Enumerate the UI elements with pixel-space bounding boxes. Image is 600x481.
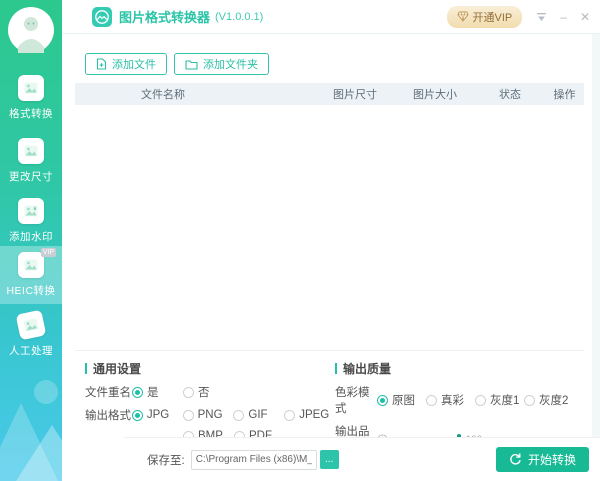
sidebar-item-label: HEIC转换 (6, 285, 56, 297)
close-button[interactable]: ✕ (580, 11, 590, 23)
image-manual-icon (15, 309, 47, 341)
browse-button[interactable]: ... (319, 450, 339, 469)
decor-circle (34, 380, 58, 404)
radio-color-gray2[interactable]: 灰度2 (524, 392, 573, 408)
radio-icon (233, 409, 245, 421)
radio-icon (284, 409, 296, 421)
titlebar: 图片格式转换器 (V1.0.0.1) 开通VIP – ✕ (62, 0, 600, 34)
radio-icon (426, 394, 437, 406)
radio-rename-yes[interactable]: 是 (132, 384, 183, 400)
image-resize-icon (18, 138, 44, 164)
file-table-body (62, 105, 600, 350)
theme-icon[interactable] (536, 12, 547, 22)
radio-icon (475, 394, 486, 406)
radio-label: JPEG (299, 409, 330, 421)
sidebar-item-manual[interactable]: 人工处理 (0, 309, 62, 358)
radio-label: GIF (248, 409, 268, 421)
format-row: 输出格式 JPG PNG GIF JPEG (85, 407, 335, 423)
color-mode-row: 色彩模式 原图 真彩 灰度1 灰度2 (335, 384, 600, 416)
output-quality-settings: 输出质量 色彩模式 原图 真彩 灰度1 灰度2 输出品质 10 (335, 351, 600, 454)
add-file-button[interactable]: 添加文件 (85, 53, 167, 75)
save-to-label: 保存至: (147, 454, 185, 467)
rename-row: 文件重名 是 否 (85, 384, 335, 400)
refresh-icon (510, 453, 521, 465)
column-action: 操作 (553, 89, 576, 101)
radio-icon (183, 386, 194, 398)
add-file-label: 添加文件 (112, 59, 156, 71)
column-file-size: 图片大小 (413, 89, 457, 101)
add-folder-button[interactable]: 添加文件夹 (174, 53, 269, 75)
radio-icon (182, 409, 194, 421)
radio-label: PNG (197, 409, 223, 421)
column-status: 状态 (499, 89, 521, 101)
app-logo-icon (92, 6, 112, 27)
radio-color-original[interactable]: 原图 (377, 392, 426, 408)
add-folder-label: 添加文件夹 (203, 59, 258, 71)
vip-button[interactable]: 开通VIP (446, 5, 523, 28)
image-watermark-icon (18, 198, 44, 224)
image-convert-icon (18, 75, 44, 101)
sidebar-item-label: 格式转换 (9, 108, 53, 120)
general-settings-title: 通用设置 (85, 360, 335, 377)
sidebar: 格式转换 更改尺寸 添加水印 VIP HEIC转换 人工处理 (0, 0, 62, 481)
avatar[interactable] (8, 7, 54, 53)
app-title: 图片格式转换器 (119, 10, 211, 25)
diamond-icon (456, 11, 469, 22)
scroll-track (592, 34, 600, 481)
minimize-button[interactable]: – (560, 11, 567, 23)
file-plus-icon (96, 58, 107, 70)
radio-icon (132, 386, 143, 398)
toolbar: 添加文件 添加文件夹 (62, 34, 600, 75)
column-image-size: 图片尺寸 (333, 89, 377, 101)
column-file-name: 文件名称 (141, 89, 185, 101)
vip-label: 开通VIP (472, 11, 513, 24)
radio-rename-no[interactable]: 否 (183, 384, 234, 400)
radio-format-png[interactable]: PNG (182, 409, 234, 421)
sidebar-item-label: 人工处理 (9, 345, 53, 357)
radio-format-jpg[interactable]: JPG (131, 409, 183, 421)
general-settings: 通用设置 文件重名 是 否 输出格式 JPG PNG GIF JPEG BMP … (85, 351, 335, 442)
radio-label: 灰度1 (490, 395, 520, 407)
footer-bar: 保存至: ... 开始转换 (124, 437, 600, 481)
folder-icon (185, 59, 198, 70)
vip-badge: VIP (40, 248, 56, 257)
radio-label: 真彩 (441, 395, 464, 407)
sidebar-item-resize[interactable]: 更改尺寸 (0, 138, 62, 184)
sidebar-item-heic[interactable]: VIP HEIC转换 (0, 246, 62, 304)
radio-icon (377, 394, 388, 406)
format-label: 输出格式 (85, 410, 131, 422)
radio-format-gif[interactable]: GIF (233, 409, 284, 421)
window-controls: – ✕ (536, 11, 590, 23)
radio-label: 灰度2 (539, 395, 569, 407)
app-version: (V1.0.0.1) (215, 10, 264, 23)
radio-icon (131, 409, 143, 421)
radio-label: 否 (198, 387, 210, 399)
settings-panel: 通用设置 文件重名 是 否 输出格式 JPG PNG GIF JPEG BMP … (62, 351, 600, 454)
sidebar-item-watermark[interactable]: 添加水印 (0, 198, 62, 244)
radio-icon (524, 394, 535, 406)
radio-color-gray1[interactable]: 灰度1 (475, 392, 524, 408)
app-window: 格式转换 更改尺寸 添加水印 VIP HEIC转换 人工处理 图片格式转换器 (… (0, 0, 600, 481)
file-table-header: 文件名称 图片尺寸 图片大小 状态 操作 (75, 83, 584, 105)
output-quality-title: 输出质量 (335, 360, 600, 377)
save-path-input[interactable] (190, 449, 317, 470)
sidebar-item-label: 添加水印 (9, 231, 53, 243)
radio-label: 原图 (392, 395, 415, 407)
image-heic-icon: VIP (18, 248, 56, 278)
sidebar-item-label: 更改尺寸 (9, 171, 53, 183)
radio-label: JPG (146, 409, 170, 421)
user-icon (18, 17, 44, 53)
color-mode-label: 色彩模式 (335, 387, 370, 415)
start-convert-label: 开始转换 (527, 453, 576, 467)
main-area: 图片格式转换器 (V1.0.0.1) 开通VIP – ✕ 添加文件 添加文件夹 … (62, 0, 600, 481)
radio-label: 是 (147, 387, 159, 399)
radio-format-jpeg[interactable]: JPEG (284, 409, 335, 421)
rename-label: 文件重名 (85, 387, 131, 399)
sidebar-item-format-convert[interactable]: 格式转换 (0, 75, 62, 121)
start-convert-button[interactable]: 开始转换 (495, 447, 589, 472)
radio-color-truecolor[interactable]: 真彩 (426, 392, 475, 408)
